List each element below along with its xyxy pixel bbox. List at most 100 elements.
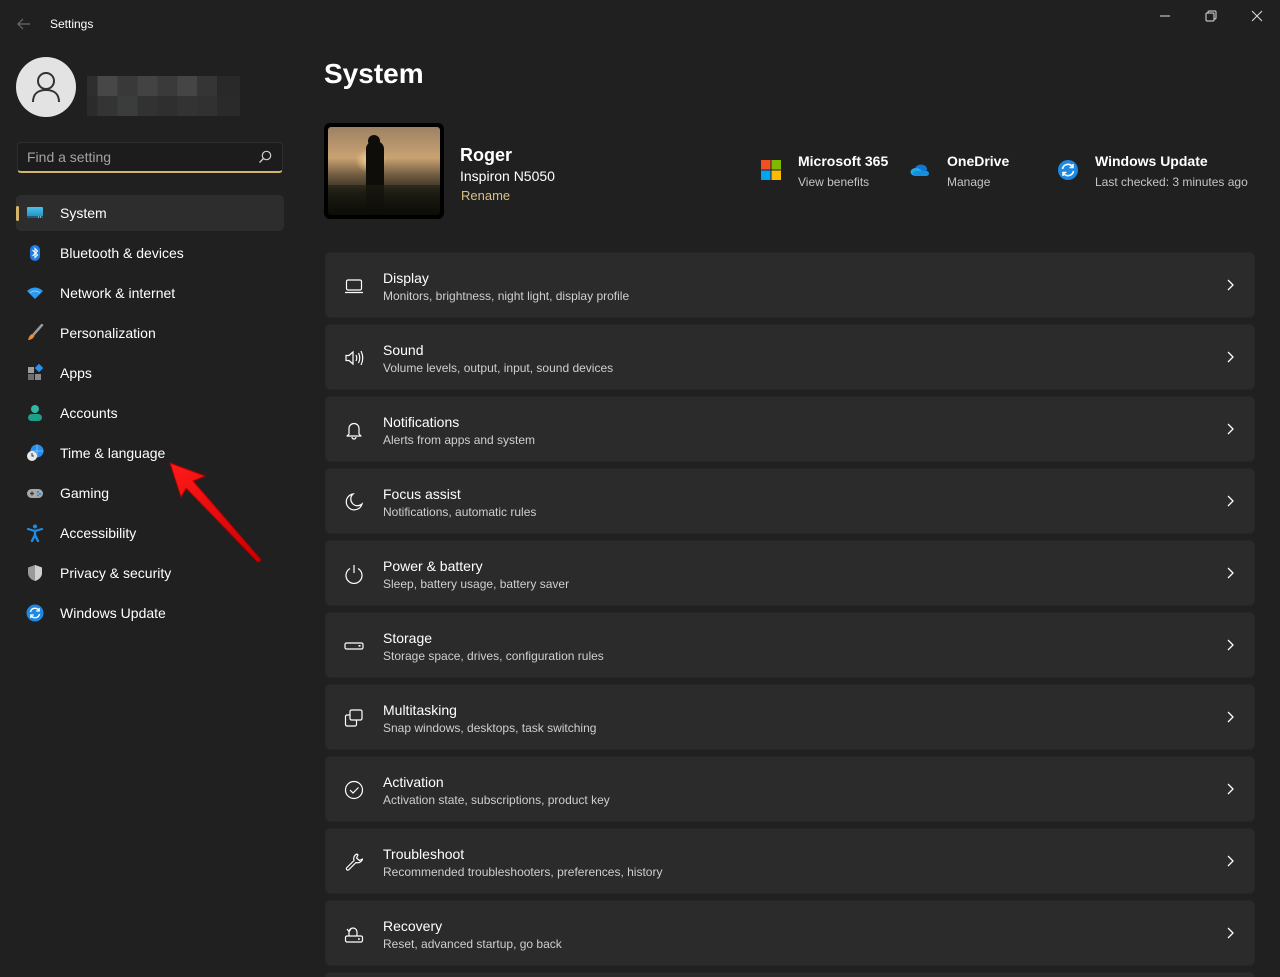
title-bar: Settings bbox=[0, 0, 1280, 48]
sidebar-item-gaming[interactable]: Gaming bbox=[16, 475, 284, 511]
recovery-icon bbox=[344, 927, 364, 943]
chevron-right-icon bbox=[1227, 783, 1234, 795]
back-button[interactable] bbox=[14, 14, 34, 34]
sidebar-item-accessibility[interactable]: Accessibility bbox=[16, 515, 284, 551]
bell-icon bbox=[346, 422, 362, 440]
chevron-right-icon bbox=[1227, 855, 1234, 867]
card-subtitle: Volume levels, output, input, sound devi… bbox=[383, 361, 614, 375]
sidebar-item-label: Windows Update bbox=[60, 605, 166, 621]
sidebar-item-network-internet[interactable]: Network & internet bbox=[16, 275, 284, 311]
settings-card-activation[interactable]: Activation Activation state, subscriptio… bbox=[325, 756, 1255, 822]
sidebar-item-label: Gaming bbox=[60, 485, 110, 501]
card-subtitle: Storage space, drives, configuration rul… bbox=[383, 649, 604, 663]
settings-card-partial[interactable] bbox=[325, 972, 1255, 977]
device-name: Roger bbox=[460, 145, 513, 165]
card-title: Storage bbox=[383, 630, 433, 646]
search-icon[interactable] bbox=[258, 150, 272, 164]
windows-update-icon bbox=[1058, 160, 1078, 180]
wallpaper-image bbox=[328, 127, 440, 215]
card-title: Activation bbox=[383, 774, 444, 790]
quick-link-microsoft-365[interactable]: Microsoft 365 View benefits bbox=[760, 150, 900, 194]
paintbrush-icon bbox=[28, 324, 44, 340]
accessibility-icon bbox=[26, 524, 44, 542]
minimize-button[interactable] bbox=[1142, 0, 1188, 32]
chevron-right-icon bbox=[1227, 495, 1234, 507]
card-title: Troubleshoot bbox=[383, 846, 465, 862]
app-title: Settings bbox=[50, 17, 94, 31]
sidebar-item-label: Privacy & security bbox=[60, 565, 172, 581]
quick-link-title: OneDrive bbox=[947, 153, 1010, 169]
chevron-right-icon bbox=[1227, 279, 1234, 291]
settings-card-storage[interactable]: Storage Storage space, drives, configura… bbox=[325, 612, 1255, 678]
chevron-right-icon bbox=[1227, 639, 1234, 651]
drive-icon bbox=[344, 642, 364, 650]
back-arrow-icon bbox=[17, 18, 30, 30]
settings-card-notifications[interactable]: Notifications Alerts from apps and syste… bbox=[325, 396, 1255, 462]
card-title: Recovery bbox=[383, 918, 443, 934]
wrench-icon bbox=[345, 853, 364, 871]
device-wallpaper-thumbnail[interactable] bbox=[324, 123, 444, 219]
person-icon bbox=[28, 405, 42, 421]
search-input[interactable] bbox=[18, 143, 248, 171]
globe-clock-icon bbox=[27, 444, 44, 461]
card-title: Multitasking bbox=[383, 702, 457, 718]
sidebar-item-label: Network & internet bbox=[60, 285, 176, 301]
quick-link-windows-update[interactable]: Windows Update Last checked: 3 minutes a… bbox=[1057, 150, 1267, 194]
bluetooth-icon bbox=[30, 245, 40, 261]
quick-link-subtitle: Manage bbox=[947, 175, 991, 189]
sidebar-item-label: Bluetooth & devices bbox=[60, 245, 184, 261]
sidebar-item-apps[interactable]: Apps bbox=[16, 355, 284, 391]
search-box[interactable] bbox=[17, 142, 283, 173]
wifi-icon bbox=[27, 287, 43, 299]
quick-link-subtitle: View benefits bbox=[798, 175, 870, 189]
sidebar-item-system[interactable]: System bbox=[16, 195, 284, 231]
settings-card-multitasking[interactable]: Multitasking Snap windows, desktops, tas… bbox=[325, 684, 1255, 750]
sidebar-item-label: Apps bbox=[60, 365, 92, 381]
card-title: Notifications bbox=[383, 414, 460, 430]
card-subtitle: Snap windows, desktops, task switching bbox=[383, 721, 597, 735]
moon-icon bbox=[345, 493, 364, 511]
system-monitor-icon bbox=[27, 207, 43, 218]
settings-card-troubleshoot[interactable]: Troubleshoot Recommended troubleshooters… bbox=[325, 828, 1255, 894]
gamepad-icon bbox=[27, 489, 43, 498]
sidebar-item-personalization[interactable]: Personalization bbox=[16, 315, 284, 351]
card-title: Power & battery bbox=[383, 558, 483, 574]
checkmark-circle-icon bbox=[344, 780, 364, 800]
chevron-right-icon bbox=[1227, 423, 1234, 435]
card-subtitle: Reset, advanced startup, go back bbox=[383, 937, 562, 951]
sidebar-item-windows-update[interactable]: Windows Update bbox=[16, 595, 284, 631]
device-model: Inspiron N5050 bbox=[460, 168, 555, 184]
shield-icon bbox=[28, 565, 42, 581]
settings-card-sound[interactable]: Sound Volume levels, output, input, soun… bbox=[325, 324, 1255, 390]
sidebar-item-label: Accounts bbox=[60, 405, 118, 421]
settings-card-list: Display Monitors, brightness, night ligh… bbox=[325, 252, 1255, 977]
close-icon bbox=[1251, 10, 1263, 22]
minimize-icon bbox=[1160, 15, 1170, 17]
close-button[interactable] bbox=[1234, 0, 1280, 32]
card-subtitle: Notifications, automatic rules bbox=[383, 505, 537, 519]
chevron-right-icon bbox=[1227, 567, 1234, 579]
sidebar-nav: System Bluetooth & devices Network & int… bbox=[16, 195, 284, 635]
page-title: System bbox=[324, 58, 424, 89]
sidebar-item-accounts[interactable]: Accounts bbox=[16, 395, 284, 431]
sidebar-item-label: System bbox=[60, 205, 107, 221]
sidebar-item-label: Personalization bbox=[60, 325, 156, 341]
chevron-right-icon bbox=[1227, 351, 1234, 363]
card-title: Focus assist bbox=[383, 486, 461, 502]
update-icon bbox=[26, 604, 44, 622]
restore-button[interactable] bbox=[1188, 0, 1234, 32]
rename-link[interactable]: Rename bbox=[461, 188, 510, 203]
settings-card-power-battery[interactable]: Power & battery Sleep, battery usage, ba… bbox=[325, 540, 1255, 606]
sidebar-item-time-language[interactable]: Time & language bbox=[16, 435, 284, 471]
settings-card-display[interactable]: Display Monitors, brightness, night ligh… bbox=[325, 252, 1255, 318]
settings-card-recovery[interactable]: Recovery Reset, advanced startup, go bac… bbox=[325, 900, 1255, 966]
avatar[interactable] bbox=[16, 57, 76, 117]
sidebar-item-bluetooth-devices[interactable]: Bluetooth & devices bbox=[16, 235, 284, 271]
power-icon bbox=[345, 565, 363, 584]
person-icon bbox=[32, 72, 60, 103]
card-subtitle: Activation state, subscriptions, product… bbox=[383, 793, 610, 807]
sidebar-item-privacy-security[interactable]: Privacy & security bbox=[16, 555, 284, 591]
restore-icon bbox=[1205, 10, 1217, 22]
quick-link-onedrive[interactable]: OneDrive Manage bbox=[909, 150, 1029, 194]
settings-card-focus-assist[interactable]: Focus assist Notifications, automatic ru… bbox=[325, 468, 1255, 534]
